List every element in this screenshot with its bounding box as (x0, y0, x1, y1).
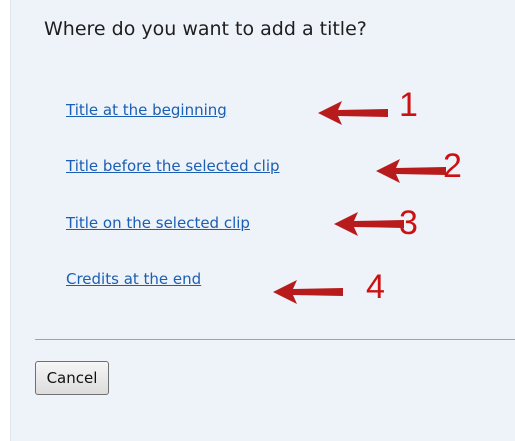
arrow-left-icon (318, 101, 388, 125)
arrow-left-icon (273, 280, 343, 304)
arrow-left-icon (376, 159, 446, 183)
annotation-number: 2 (443, 147, 462, 185)
credits-at-end-link[interactable]: Credits at the end (66, 270, 201, 288)
dialog-question: Where do you want to add a title? (44, 18, 367, 40)
annotation-number: 1 (399, 86, 418, 124)
title-before-selected-clip-link[interactable]: Title before the selected clip (66, 157, 280, 175)
dialog-panel: Where do you want to add a title? Title … (10, 0, 515, 441)
annotation-number: 4 (366, 268, 385, 306)
annotation-number: 3 (399, 204, 418, 242)
title-on-selected-clip-link[interactable]: Title on the selected clip (66, 214, 250, 232)
arrow-left-icon (334, 212, 404, 236)
cancel-button[interactable]: Cancel (35, 361, 109, 395)
title-at-beginning-link[interactable]: Title at the beginning (66, 101, 227, 119)
divider (35, 339, 515, 340)
